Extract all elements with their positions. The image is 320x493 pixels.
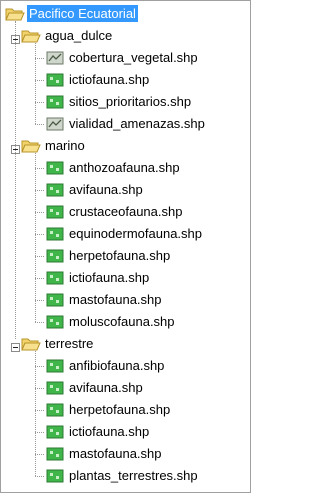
tree-connector-line xyxy=(35,300,44,301)
polygon-layer-icon xyxy=(45,292,65,308)
tree-folder-label: terrestre xyxy=(45,336,94,351)
polygon-layer-icon xyxy=(45,226,65,242)
tree-connector-line xyxy=(35,212,44,213)
polygon-layer-icon xyxy=(45,72,65,88)
tree-folder-terrestre[interactable]: terrestre xyxy=(1,333,250,355)
tree-connector-line xyxy=(35,410,44,411)
tree-layer-label: vialidad_amenazas.shp xyxy=(69,116,205,131)
polygon-layer-icon xyxy=(45,248,65,264)
tree-layer-label: avifauna.shp xyxy=(69,380,143,395)
tree-layer-label: moluscofauna.shp xyxy=(69,314,175,329)
tree-root-item[interactable]: Pacifico Ecuatorial xyxy=(1,3,250,25)
tree-layer-label: plantas_terrestres.shp xyxy=(69,468,198,483)
tree-connector-line xyxy=(35,256,44,257)
tree-folder-agua-dulce[interactable]: agua_dulce xyxy=(1,25,250,47)
tree-connector-line xyxy=(35,351,36,476)
polygon-layer-icon xyxy=(45,204,65,220)
tree-layer-label: avifauna.shp xyxy=(69,182,143,197)
tree-connector-line xyxy=(35,366,44,367)
tree-connector-line xyxy=(35,80,44,81)
polygon-layer-icon xyxy=(45,94,65,110)
polygon-layer-icon xyxy=(45,402,65,418)
tree-layer-label: mastofauna.shp xyxy=(69,446,162,461)
collapse-toggle-icon[interactable] xyxy=(11,339,20,352)
tree-connector-line xyxy=(35,102,44,103)
catalog-tree-panel: Pacifico Ecuatorial agua_dulce cobertura_v… xyxy=(0,0,251,493)
polygon-layer-icon xyxy=(45,446,65,462)
tree-connector-line xyxy=(35,58,44,59)
tree-layer-label: anthozoafauna.shp xyxy=(69,160,180,175)
tree-layer-label: sitios_prioritarios.shp xyxy=(69,94,192,109)
tree-layer-label: crustaceofauna.shp xyxy=(69,204,183,219)
tree-connector-line xyxy=(35,190,44,191)
polyline-layer-icon xyxy=(45,50,65,66)
tree-connector-line xyxy=(35,168,44,169)
tree-connector-line xyxy=(35,234,44,235)
tree-folder-marino[interactable]: marino xyxy=(1,135,250,157)
catalog-tree: Pacifico Ecuatorial agua_dulce cobertura_v… xyxy=(1,1,250,492)
open-folder-icon xyxy=(21,336,41,352)
open-folder-icon xyxy=(5,6,25,22)
tree-folder-label: agua_dulce xyxy=(45,28,113,43)
tree-connector-line xyxy=(35,124,44,125)
tree-folder-label: marino xyxy=(45,138,85,153)
polygon-layer-icon xyxy=(45,160,65,176)
tree-layer-label: ictiofauna.shp xyxy=(69,424,150,439)
open-folder-icon xyxy=(21,138,41,154)
polygon-layer-icon xyxy=(45,182,65,198)
tree-layer-label: equinodermofauna.shp xyxy=(69,226,202,241)
tree-connector-line xyxy=(35,153,36,322)
tree-layer-label: herpetofauna.shp xyxy=(69,402,171,417)
tree-connector-line xyxy=(15,21,16,339)
tree-connector-line xyxy=(35,278,44,279)
tree-connector-line xyxy=(35,476,44,477)
polygon-layer-icon xyxy=(45,424,65,440)
polygon-layer-icon xyxy=(45,358,65,374)
tree-connector-line xyxy=(35,43,36,124)
tree-layer-label: cobertura_vegetal.shp xyxy=(69,50,198,65)
tree-connector-line xyxy=(35,388,44,389)
tree-layer-label: mastofauna.shp xyxy=(69,292,162,307)
tree-connector-line xyxy=(35,322,44,323)
polygon-layer-icon xyxy=(45,380,65,396)
tree-layer-label: ictiofauna.shp xyxy=(69,72,150,87)
tree-connector-line xyxy=(35,454,44,455)
polygon-layer-icon xyxy=(45,270,65,286)
polygon-layer-icon xyxy=(45,468,65,484)
tree-root-label: Pacifico Ecuatorial xyxy=(27,5,138,22)
tree-layer-label: ictiofauna.shp xyxy=(69,270,150,285)
tree-layer-label: herpetofauna.shp xyxy=(69,248,171,263)
tree-connector-line xyxy=(35,432,44,433)
tree-layer-label: anfibiofauna.shp xyxy=(69,358,165,373)
polygon-layer-icon xyxy=(45,314,65,330)
open-folder-icon xyxy=(21,28,41,44)
polyline-layer-icon xyxy=(45,116,65,132)
